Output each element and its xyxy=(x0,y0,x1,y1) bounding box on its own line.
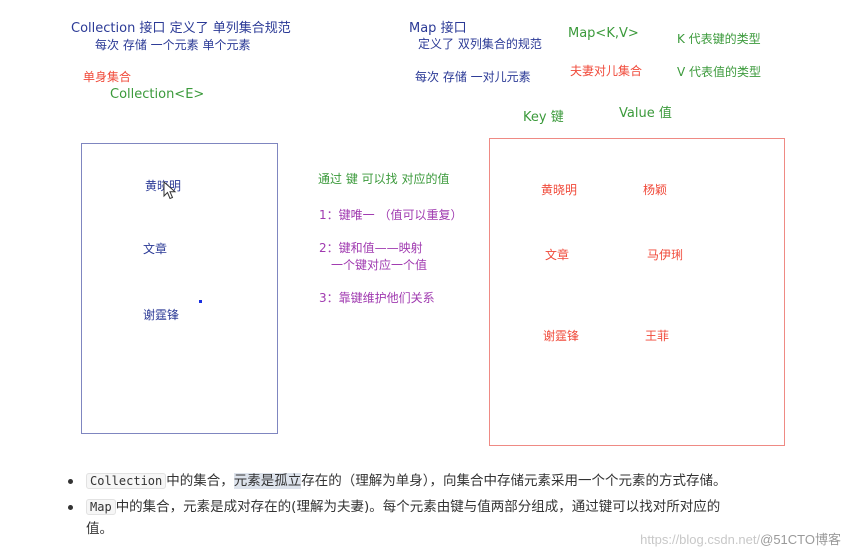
v-type-desc: V 代表值的类型 xyxy=(677,65,762,79)
watermark: https://blog.csdn.net/@51CTO博客 xyxy=(640,529,841,548)
map-value: 马伊琍 xyxy=(647,248,684,262)
value-column-label: Value 值 xyxy=(619,106,672,121)
bullet-text: 中的集合，元素是成对存在的(理解为夫妻)。每个元素由键与值两部分组成，通过键可以… xyxy=(115,499,721,515)
map-generic-label: Map<K,V> xyxy=(568,26,639,41)
k-type-desc: K 代表键的类型 xyxy=(677,32,761,46)
map-value: 杨颖 xyxy=(643,183,668,197)
watermark-url: https://blog.csdn.net/ xyxy=(640,532,761,547)
watermark-brand: @51CTO博客 xyxy=(760,532,841,547)
single-collection-label: 单身集合 xyxy=(83,70,132,84)
couple-collection-label: 夫妻对儿集合 xyxy=(570,64,643,78)
inline-code: Map xyxy=(86,499,116,515)
bullet-icon xyxy=(68,479,73,484)
collection-item: 文章 xyxy=(143,242,168,256)
note-2a: 2：键和值——映射 xyxy=(319,241,423,255)
highlighted-text: 元素是孤立 xyxy=(233,473,302,489)
bullet-icon xyxy=(68,505,73,510)
map-key: 谢霆锋 xyxy=(543,329,580,343)
bullet-text: 中的集合， xyxy=(166,473,234,489)
inline-code: Collection xyxy=(86,473,167,489)
map-storage-desc: 每次 存储 一对儿元素 xyxy=(415,70,531,84)
collection-item: 谢霆锋 xyxy=(143,308,180,322)
map-key: 文章 xyxy=(545,248,570,262)
stray-dot xyxy=(199,300,202,303)
map-box xyxy=(489,138,785,446)
map-spec-desc: 定义了 双列集合的规范 xyxy=(418,37,542,51)
collection-interface-title: Collection 接口 定义了 单列集合规范 xyxy=(71,21,291,36)
map-value: 王菲 xyxy=(645,329,670,343)
bullet-text-wrap: 值。 xyxy=(86,521,113,537)
note-2b: 一个键对应一个值 xyxy=(331,258,428,272)
key-column-label: Key 键 xyxy=(523,110,564,125)
map-key: 黄晓明 xyxy=(541,183,578,197)
note-1: 1：键唯一 （值可以重复） xyxy=(319,208,463,222)
list-item: Collection 中的集合，元素是孤立存在的（理解为单身），向集合中存储元素采… xyxy=(60,470,820,492)
collection-storage-desc: 每次 存储 一个元素 单个元素 xyxy=(95,38,251,52)
note-3: 3：靠键维护他们关系 xyxy=(319,291,435,305)
map-interface-title: Map 接口 xyxy=(409,21,467,36)
bullet-text: 存在的（理解为单身），向集合中存储元素采用一个个元素的方式存储。 xyxy=(301,473,727,489)
collection-generic-label: Collection<E> xyxy=(110,87,205,102)
notes-title: 通过 键 可以找 对应的值 xyxy=(318,172,450,186)
mouse-cursor-icon xyxy=(163,181,177,200)
